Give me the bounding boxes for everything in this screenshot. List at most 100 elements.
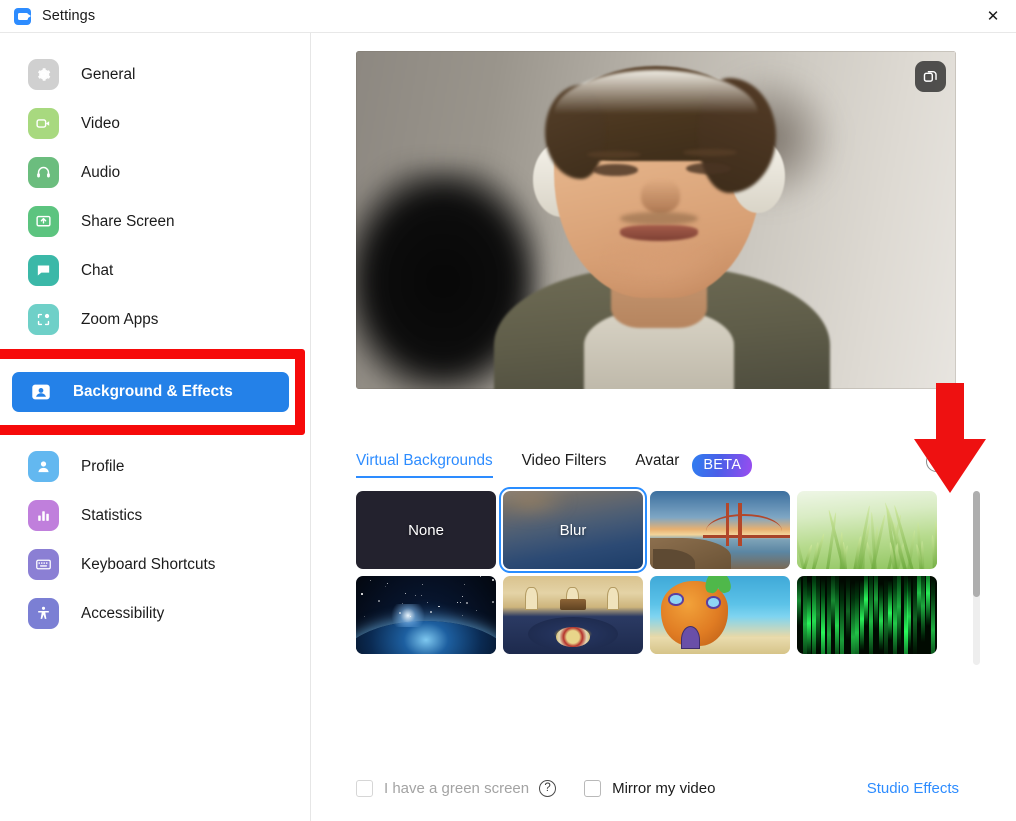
matrix-code-column: [921, 576, 925, 642]
matrix-code-column: [840, 581, 844, 654]
studio-effects-link[interactable]: Studio Effects: [867, 780, 959, 797]
star: [457, 602, 458, 603]
matrix-code-column: [869, 576, 873, 654]
background-effects-panel: Virtual Backgrounds Video Filters Avatar…: [311, 33, 1016, 821]
matrix-code-column: [831, 576, 835, 631]
gear-icon: [28, 59, 59, 90]
sidebar-item-label: General: [81, 66, 135, 84]
sidebar-item-share-screen[interactable]: Share Screen: [0, 197, 310, 246]
sidebar-item-label: Profile: [81, 458, 124, 476]
star: [361, 593, 363, 595]
star: [480, 576, 481, 577]
popout-window-icon[interactable]: [915, 61, 946, 92]
star: [464, 584, 465, 585]
star: [364, 616, 365, 617]
background-tabs: Virtual Backgrounds Video Filters Avatar…: [356, 448, 971, 482]
background-thumbnail-blur[interactable]: Blur: [503, 491, 643, 569]
matrix-code-column: [864, 576, 868, 626]
matrix-code-column: [846, 576, 850, 640]
background-thumbnail-golden-gate-bridge[interactable]: [650, 491, 790, 569]
grid-scrollbar[interactable]: [973, 491, 980, 665]
star: [492, 601, 494, 603]
sidebar-item-label: Statistics: [81, 507, 142, 525]
star: [466, 602, 468, 604]
sidebar-item-label: Video: [81, 115, 120, 133]
background-options-row: I have a green screen ? Mirror my video …: [356, 768, 971, 808]
background-thumbnail-pineapple-house[interactable]: [650, 576, 790, 654]
tab-video-filters[interactable]: Video Filters: [522, 452, 607, 478]
sidebar-item-general[interactable]: General: [0, 50, 310, 99]
matrix-code-column: [807, 581, 811, 654]
sidebar-item-zoom-apps[interactable]: Zoom Apps: [0, 295, 310, 344]
settings-sidebar: General Video Audio Share Screen Chat: [0, 33, 311, 821]
headphones-icon: [28, 157, 59, 188]
star: [430, 611, 432, 613]
sidebar-item-profile[interactable]: Profile: [0, 442, 310, 491]
video-camera-icon: [28, 108, 59, 139]
background-thumbnail-grass[interactable]: [797, 491, 937, 569]
background-effects-icon: [28, 379, 54, 405]
profile-person-icon: [28, 451, 59, 482]
background-thumbnail-matrix-code[interactable]: [797, 576, 937, 654]
background-thumbnail-oval-office[interactable]: [503, 576, 643, 654]
sidebar-item-chat[interactable]: Chat: [0, 246, 310, 295]
zoom-apps-icon: [28, 304, 59, 335]
star: [385, 586, 386, 587]
sidebar-item-audio[interactable]: Audio: [0, 148, 310, 197]
matrix-code-column: [926, 576, 930, 626]
bar-chart-icon: [28, 500, 59, 531]
thumbnail-label: None: [356, 491, 496, 569]
star: [438, 606, 440, 608]
question-mark-icon[interactable]: ?: [539, 780, 556, 797]
matrix-code-column: [897, 576, 901, 648]
background-thumbnail-earth-from-space[interactable]: [356, 576, 496, 654]
zoom-video-icon: [14, 8, 31, 25]
sidebar-item-label: Audio: [81, 164, 120, 182]
mirror-video-label: Mirror my video: [612, 780, 715, 797]
red-down-arrow: [906, 383, 994, 495]
close-icon[interactable]: ✕: [970, 0, 1016, 32]
matrix-code-column: [907, 577, 911, 650]
sidebar-item-keyboard-shortcuts[interactable]: Keyboard Shortcuts: [0, 540, 310, 589]
sidebar-item-accessibility[interactable]: Accessibility: [0, 589, 310, 638]
star: [462, 615, 463, 616]
matrix-code-column: [855, 580, 859, 654]
sidebar-item-label: Keyboard Shortcuts: [81, 556, 215, 574]
tab-virtual-backgrounds[interactable]: Virtual Backgrounds: [356, 452, 493, 478]
video-self-preview[interactable]: [356, 51, 956, 389]
matrix-code-column: [816, 576, 820, 650]
matrix-code-column: [821, 578, 825, 654]
background-thumbnail-none[interactable]: None: [356, 491, 496, 569]
accessibility-icon: [28, 598, 59, 629]
star: [415, 595, 416, 596]
matrix-code-column: [835, 576, 839, 654]
title-bar: Settings ✕: [0, 0, 1016, 33]
thumbnail-label: Blur: [503, 491, 643, 569]
sidebar-item-statistics[interactable]: Statistics: [0, 491, 310, 540]
scrollbar-thumb[interactable]: [973, 491, 980, 597]
matrix-code-column: [931, 576, 935, 654]
share-screen-icon: [28, 206, 59, 237]
star: [421, 595, 422, 596]
sidebar-item-video[interactable]: Video: [0, 99, 310, 148]
tab-avatar[interactable]: Avatar: [635, 452, 679, 478]
green-screen-checkbox[interactable]: [356, 780, 373, 797]
green-screen-label: I have a green screen: [384, 780, 529, 797]
sidebar-item-background-effects[interactable]: Background & Effects: [12, 372, 289, 412]
star: [405, 593, 406, 594]
matrix-code-column: [812, 576, 816, 654]
sidebar-item-label: Share Screen: [81, 213, 175, 231]
sidebar-item-label: Accessibility: [81, 605, 164, 623]
matrix-code-column: [888, 580, 892, 640]
star: [476, 610, 477, 611]
virtual-background-grid: None Blur: [356, 491, 971, 691]
mirror-video-checkbox[interactable]: [584, 780, 601, 797]
beta-badge: BETA: [692, 454, 752, 477]
star: [427, 602, 428, 603]
chat-bubble-icon: [28, 255, 59, 286]
sidebar-item-label: Chat: [81, 262, 113, 280]
window-title: Settings: [42, 8, 95, 24]
matrix-code-column: [874, 576, 878, 629]
star: [460, 602, 461, 603]
matrix-code-column: [797, 576, 801, 626]
